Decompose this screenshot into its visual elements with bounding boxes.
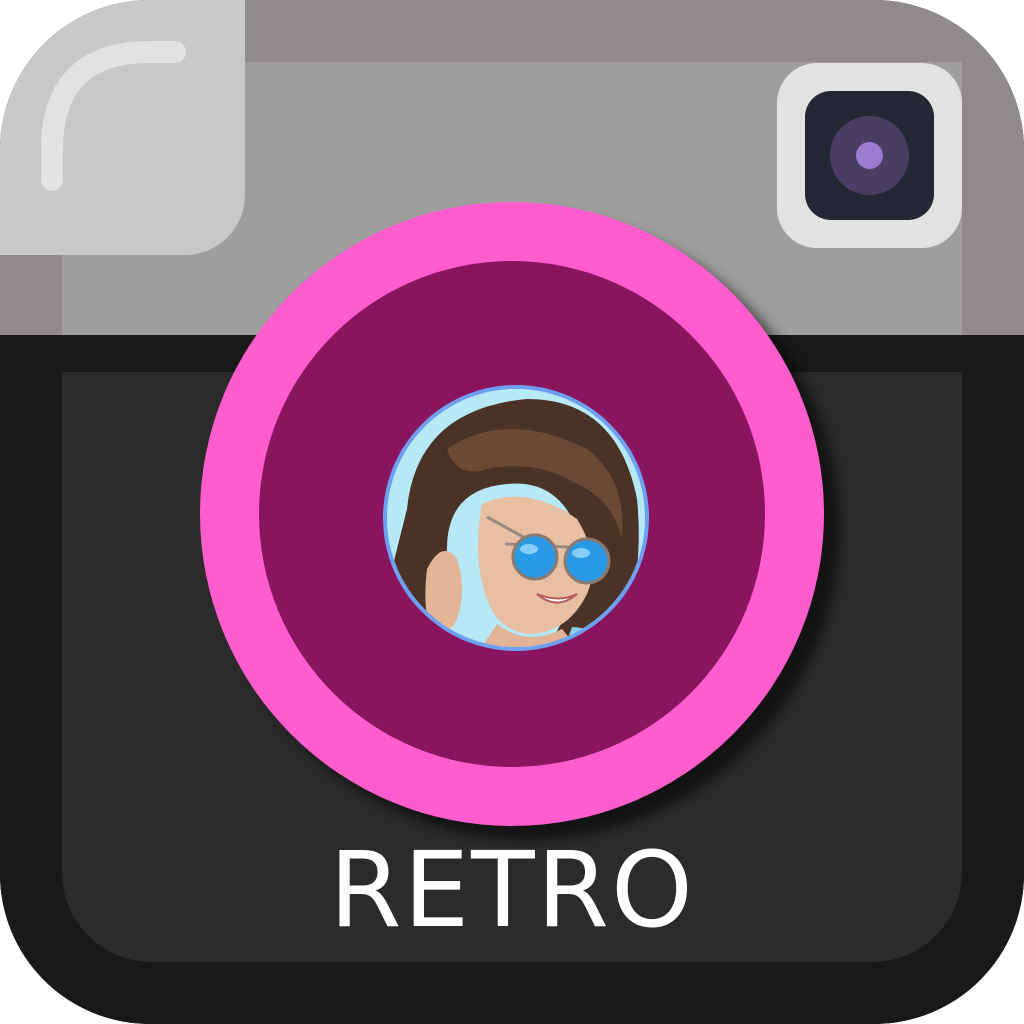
viewfinder-icon [777, 63, 962, 248]
app-name-label: RETRO [329, 829, 695, 951]
woman-sunglasses-photo [387, 389, 645, 647]
viewfinder-glass [805, 91, 934, 220]
viewfinder-lens-ring [830, 116, 909, 195]
app-icon[interactable]: RETRO [0, 0, 1024, 1024]
lens-inner-ring [259, 261, 765, 767]
camera-lens-icon [200, 202, 824, 826]
flash-highlight-icon [41, 41, 186, 191]
viewfinder-dot [856, 142, 883, 169]
lens-photo [383, 385, 649, 651]
flash-panel [0, 0, 245, 255]
